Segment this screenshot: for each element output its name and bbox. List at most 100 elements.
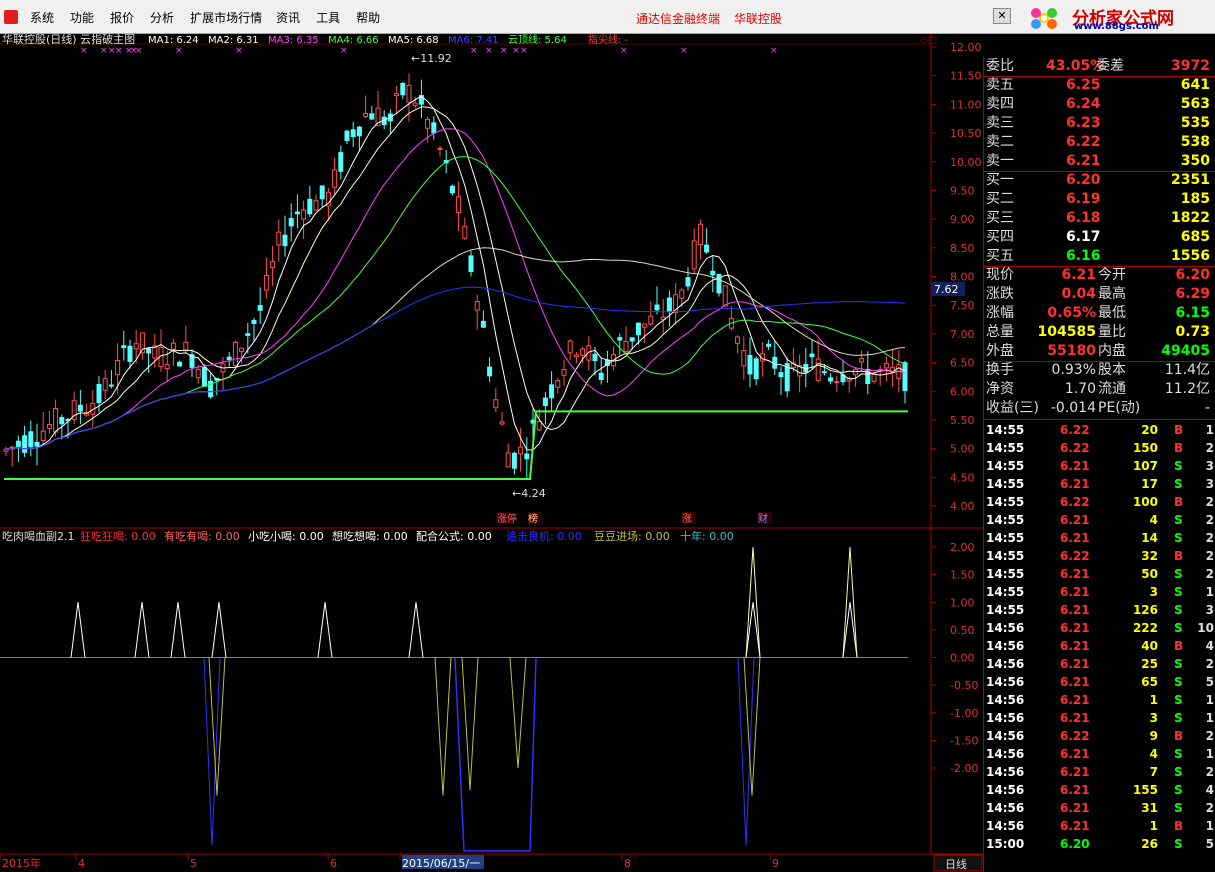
menu-item[interactable]: 报价 [102, 10, 142, 26]
tick-count: 4 [1205, 639, 1214, 653]
tick-count: 3 [1205, 477, 1214, 491]
candle-body [815, 358, 821, 381]
app-icon[interactable] [4, 10, 18, 24]
bid-volume: 685 [1180, 229, 1210, 245]
promo-stock-link[interactable]: 华联控股 [734, 10, 782, 27]
candle-body [821, 371, 827, 374]
candle-body [561, 369, 567, 376]
bid-row[interactable]: 买三 6.18 1822 [984, 209, 1215, 228]
signal-marker: × [520, 46, 528, 56]
candle-body [691, 240, 697, 270]
tick-volume: 4 [1149, 747, 1158, 761]
menu-item[interactable]: 系统 [22, 10, 62, 26]
window-close-button[interactable]: ✕ [993, 8, 1011, 24]
candle-body [201, 367, 207, 387]
ask-row[interactable]: 卖四 6.24 563 [984, 95, 1215, 114]
sub-axis-label: -1.00 [950, 707, 978, 720]
bid-row[interactable]: 买二 6.19 185 [984, 190, 1215, 209]
candle-body [518, 446, 524, 455]
tick-row: 14:56 6.21 1 S 1 [984, 691, 1215, 709]
ma-legend-4: MA4: 6.66 [328, 35, 379, 46]
bid-row[interactable]: 买一 6.20 2351 [984, 171, 1215, 190]
kline-chart[interactable]: 华联控股(日线) 云指破主图 MA1: 6.24 MA2: 6.31 MA3: 6.3… [0, 34, 983, 872]
candle-body [46, 424, 52, 429]
chart-area[interactable]: 华联控股(日线) 云指破主图 MA1: 6.24 MA2: 6.31 MA3: 6.3… [0, 34, 983, 872]
quote-value: 0.04 [1061, 286, 1096, 302]
candle-body [747, 354, 753, 375]
candle-body [480, 320, 486, 328]
signal-marker: × [80, 46, 88, 56]
candle-body [239, 347, 245, 353]
tick-price: 6.21 [1060, 459, 1090, 473]
tick-time: 14:56 [986, 801, 1025, 815]
candle-body [456, 196, 462, 213]
candle-body [294, 211, 300, 215]
menu-item[interactable]: 分析 [142, 10, 182, 26]
candle-body [685, 277, 691, 287]
tick-row: 14:56 6.21 1 B 1 [984, 817, 1215, 835]
candle-body [555, 380, 561, 388]
menu-item[interactable]: 扩展市场行情 [182, 10, 268, 26]
tick-time: 14:56 [986, 693, 1025, 707]
tick-time: 14:56 [986, 675, 1025, 689]
promo-terminal-link[interactable]: 通达信金融终端 [636, 10, 720, 27]
bid-row[interactable]: 买四 6.17 685 [984, 228, 1215, 247]
tick-volume: 1 [1149, 693, 1158, 707]
price-axis-label: 5.50 [950, 414, 975, 427]
tick-volume: 31 [1141, 801, 1158, 815]
menu-item[interactable]: 资讯 [268, 10, 308, 26]
candle-body [883, 362, 889, 369]
tick-price: 6.21 [1060, 783, 1090, 797]
candle-body [474, 301, 480, 311]
stats-label-2: 流通 [1098, 381, 1126, 397]
menu-item[interactable]: 工具 [308, 10, 348, 26]
price-axis-label: 4.50 [950, 471, 975, 484]
candle-body [356, 126, 362, 137]
candle-body [183, 341, 189, 352]
flower-logo-icon [1031, 8, 1057, 29]
tick-side: B [1174, 729, 1184, 743]
candle-body [462, 225, 468, 239]
candle-body [778, 372, 784, 378]
candle-body [344, 130, 350, 142]
tick-count: 5 [1205, 837, 1214, 851]
quote-label: 涨幅 [986, 305, 1014, 321]
quote-label-2: 最高 [1098, 286, 1126, 302]
sub-axis-label: 0.50 [950, 624, 975, 637]
tick-count: 3 [1205, 459, 1214, 473]
quote-label-2: 量比 [1098, 324, 1126, 340]
tick-row: 14:56 6.21 40 B 4 [984, 637, 1215, 655]
stats-label-2: 股本 [1098, 362, 1126, 378]
tick-price: 6.21 [1060, 603, 1090, 617]
ask-row[interactable]: 卖二 6.22 538 [984, 133, 1215, 152]
sub-legend-1: 狂吃狂喝: 0.00 [80, 530, 156, 543]
candle-body [834, 381, 840, 384]
sub-legend-2: 有吃有喝: 0.00 [164, 529, 240, 543]
price-axis-label: 9.50 [950, 184, 975, 197]
ask-row[interactable]: 卖三 6.23 535 [984, 114, 1215, 133]
candle-body [257, 305, 263, 311]
menu-item[interactable]: 帮助 [348, 10, 388, 26]
menu-item[interactable]: 功能 [62, 10, 102, 26]
candle-body [542, 397, 548, 407]
bid-price: 6.20 [1066, 172, 1101, 188]
stats-label-2: PE(动) [1098, 400, 1141, 416]
ask-row[interactable]: 卖一 6.21 350 [984, 152, 1215, 171]
bid-label: 买五 [986, 248, 1014, 264]
candle-body [245, 333, 251, 336]
sub-axis-label: 0.00 [950, 652, 975, 665]
price-axis-label: 4.00 [950, 500, 975, 513]
candle-body [96, 384, 102, 404]
candle-body [493, 399, 499, 409]
bid-row[interactable]: 买五 6.16 1556 [984, 247, 1215, 266]
period-button: 日线 [945, 857, 967, 871]
candle-body [592, 353, 598, 361]
ma-legend-7: 云顶线: 5.64 [508, 34, 567, 46]
tick-side: S [1174, 801, 1183, 815]
stats-row: 净资 1.70 流通 11.2亿 [984, 380, 1215, 399]
stats-row: 换手 0.93% 股本 11.4亿 [984, 361, 1215, 380]
ask-row[interactable]: 卖五 6.25 641 [984, 76, 1215, 95]
candle-body [288, 217, 294, 227]
candle-body [127, 345, 133, 362]
quote-side-panel: 委比 43.05% 委差 3972 卖五 6.25 641 卖四 6.24 563 卖三 6.23 53… [983, 57, 1215, 872]
